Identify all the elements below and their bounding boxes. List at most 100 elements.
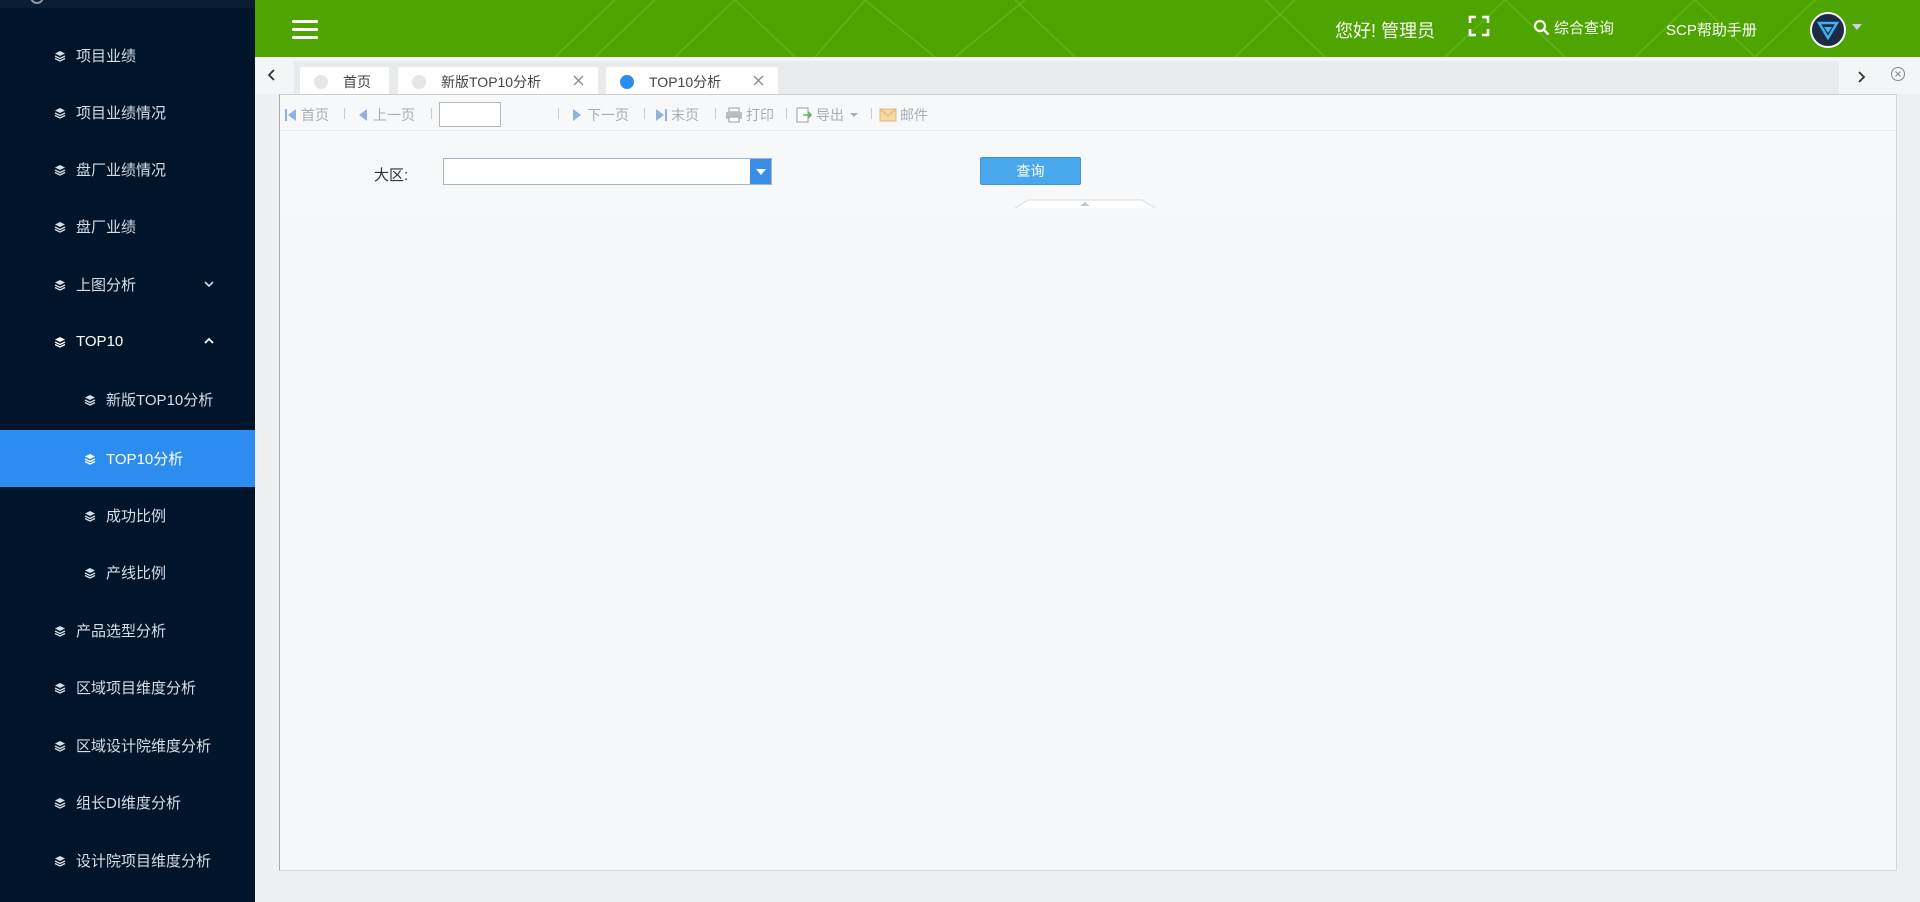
sidebar: 项目业绩 项目业绩情况 盘厂业绩情况 盘厂业绩 上图分析 TOP10 新版TOP… — [0, 0, 255, 902]
menu-group-icon — [30, 0, 44, 4]
query-button[interactable]: 查询 — [980, 157, 1081, 185]
region-select[interactable] — [443, 158, 772, 185]
layers-icon — [84, 453, 96, 465]
prev-page-button[interactable]: 上一页 — [356, 105, 415, 125]
sidebar-item-product-line-ratio[interactable]: 产线比例 — [0, 544, 255, 601]
layers-icon — [54, 625, 66, 637]
layers-icon — [54, 107, 66, 119]
sidebar-item-label: TOP10 — [76, 333, 124, 350]
user-avatar[interactable] — [1810, 12, 1846, 48]
sidebar-item-product-selection-analysis[interactable]: 产品选型分析 — [0, 602, 255, 659]
layers-icon — [54, 50, 66, 62]
print-button[interactable]: 打印 — [725, 105, 774, 125]
sidebar-item-region-design-institute-analysis[interactable]: 区域设计院维度分析 — [0, 717, 255, 774]
caret-down-icon[interactable] — [1852, 24, 1862, 30]
tab-track: 首页 新版TOP10分析 TOP10分析 — [294, 61, 1839, 96]
sidebar-item-label: 组长DI维度分析 — [76, 795, 182, 812]
close-icon[interactable] — [753, 75, 764, 86]
print-label: 打印 — [746, 107, 774, 123]
sidebar-item-label: 新版TOP10分析 — [106, 392, 214, 409]
chevron-down-icon — [204, 281, 214, 288]
report-toolbar: 首页 上一页 下一页 末页 打印 导出 邮件 — [280, 95, 1896, 131]
close-icon[interactable] — [573, 75, 584, 86]
layers-icon — [54, 221, 66, 233]
layers-icon — [84, 567, 96, 579]
sidebar-item-success-ratio[interactable]: 成功比例 — [0, 487, 255, 544]
sidebar-item-region-project-analysis[interactable]: 区域项目维度分析 — [0, 659, 255, 716]
mail-icon — [879, 108, 897, 122]
export-button[interactable]: 导出 — [795, 105, 862, 125]
layers-icon — [54, 164, 66, 176]
mail-label: 邮件 — [900, 107, 928, 123]
prev-page-icon — [359, 109, 367, 121]
sidebar-item-project-performance-status[interactable]: 项目业绩情况 — [0, 84, 255, 141]
sidebar-item-team-lead-di-analysis[interactable]: 组长DI维度分析 — [0, 774, 255, 831]
layers-icon — [54, 279, 66, 291]
region-label: 大区: — [374, 167, 409, 184]
first-page-icon — [285, 109, 296, 121]
top-header: 您好! 管理员 综合查询 SCP帮助手册 — [255, 0, 1920, 57]
layers-icon — [54, 797, 66, 809]
filter-area: 大区: 查询 — [280, 131, 1896, 213]
search-icon — [1533, 19, 1550, 36]
sidebar-item-label: 项目业绩情况 — [76, 105, 167, 122]
sidebar-item-label: 设计院项目维度分析 — [76, 853, 212, 870]
layers-icon — [54, 740, 66, 752]
last-page-icon — [656, 109, 667, 121]
search-link-label: 综合查询 — [1554, 20, 1615, 37]
mail-button[interactable]: 邮件 — [879, 105, 928, 125]
sidebar-item-project-performance[interactable]: 项目业绩 — [0, 27, 255, 84]
sidebar-item-panel-factory-status[interactable]: 盘厂业绩情况 — [0, 141, 255, 198]
chevron-left-icon[interactable] — [264, 67, 280, 83]
caret-down-icon — [850, 113, 858, 117]
tab-top10-analysis[interactable]: TOP10分析 — [606, 67, 778, 96]
sidebar-item-new-top10-analysis[interactable]: 新版TOP10分析 — [0, 371, 255, 428]
export-label: 导出 — [816, 107, 844, 123]
menu-toggle-icon[interactable] — [292, 20, 318, 40]
first-page-button[interactable]: 首页 — [284, 105, 329, 125]
next-page-icon — [573, 109, 581, 121]
sidebar-item-top10-analysis[interactable]: TOP10分析 — [0, 430, 255, 487]
sidebar-item-label: 产品选型分析 — [76, 623, 167, 640]
sidebar-top-partial — [0, 0, 255, 8]
sidebar-item-design-institute-project-analysis[interactable]: 设计院项目维度分析 — [0, 832, 255, 889]
sidebar-item-panel-factory-performance[interactable]: 盘厂业绩 — [0, 198, 255, 255]
sidebar-item-label: 盘厂业绩情况 — [76, 162, 167, 179]
dropdown-arrow-icon[interactable] — [750, 159, 771, 184]
sidebar-item-label: 盘厂业绩 — [76, 219, 137, 236]
fullscreen-icon[interactable] — [1467, 14, 1491, 38]
sidebar-item-label: 项目业绩 — [76, 48, 137, 65]
first-page-label: 首页 — [301, 107, 329, 123]
sidebar-item-chart-analysis[interactable]: 上图分析 — [0, 256, 255, 313]
sidebar-item-label: TOP10分析 — [106, 451, 184, 468]
tabs-bar: 首页 新版TOP10分析 TOP10分析 — [255, 57, 1920, 96]
close-circle-icon[interactable] — [1890, 66, 1906, 82]
printer-icon — [726, 107, 742, 123]
sidebar-item-label: 上图分析 — [76, 277, 137, 294]
sidebar-item-top10[interactable]: TOP10 — [0, 313, 255, 370]
sidebar-item-label: 产线比例 — [106, 565, 167, 582]
tab-label: 首页 — [343, 73, 371, 90]
global-search-link[interactable]: 综合查询 — [1533, 17, 1614, 38]
brand-logo-icon — [1816, 21, 1840, 41]
tab-home[interactable]: 首页 — [300, 67, 389, 96]
next-page-button[interactable]: 下一页 — [570, 105, 629, 125]
chevron-right-icon[interactable] — [1853, 69, 1869, 85]
layers-icon — [54, 855, 66, 867]
tab-dot — [620, 74, 634, 89]
report-frame: 首页 上一页 下一页 末页 打印 导出 邮件 大区: 查询 — [279, 94, 1897, 871]
layers-icon — [84, 510, 96, 522]
collapse-toggle-icon[interactable] — [1014, 199, 1156, 209]
last-page-button[interactable]: 末页 — [654, 105, 699, 125]
tab-dot — [412, 74, 426, 89]
chevron-up-icon — [204, 337, 214, 344]
next-page-label: 下一页 — [587, 107, 629, 123]
page-number-input[interactable] — [439, 102, 501, 127]
sidebar-item-label: 区域项目维度分析 — [76, 680, 197, 697]
tab-new-top10-analysis[interactable]: 新版TOP10分析 — [398, 67, 598, 96]
help-manual-link[interactable]: SCP帮助手册 — [1666, 19, 1757, 40]
layers-icon — [84, 394, 96, 406]
layers-icon — [54, 682, 66, 694]
export-icon — [796, 107, 813, 123]
tab-label: TOP10分析 — [649, 73, 722, 90]
